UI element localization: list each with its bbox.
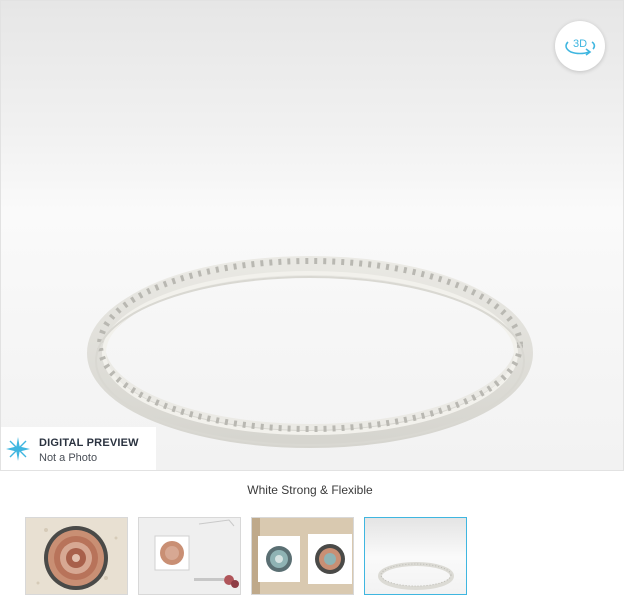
product-render-image xyxy=(87,256,533,448)
product-viewer[interactable]: 3D DIGITAL PREVIEW Not a Photo xyxy=(0,0,624,471)
thumbnail-photo-2[interactable] xyxy=(138,517,241,595)
thumbnail-render[interactable] xyxy=(364,517,467,595)
rotate-3d-icon: 3D xyxy=(565,38,596,56)
digital-preview-badge: DIGITAL PREVIEW Not a Photo xyxy=(1,427,156,470)
view-3d-label: 3D xyxy=(573,38,587,50)
material-label: White Strong & Flexible xyxy=(247,483,373,497)
thumbnail-photo-1[interactable] xyxy=(25,517,128,595)
badge-title: DIGITAL PREVIEW xyxy=(39,437,139,449)
thumbnail-image xyxy=(365,518,466,594)
thumbnail-image xyxy=(252,518,353,594)
badge-subtitle: Not a Photo xyxy=(39,452,98,464)
thumbnail-image xyxy=(26,518,127,594)
thumbnail-image xyxy=(139,518,240,594)
sparkle-icon xyxy=(6,437,30,461)
thumbnail-photo-3[interactable] xyxy=(251,517,354,595)
view-3d-button[interactable]: 3D xyxy=(555,21,605,71)
